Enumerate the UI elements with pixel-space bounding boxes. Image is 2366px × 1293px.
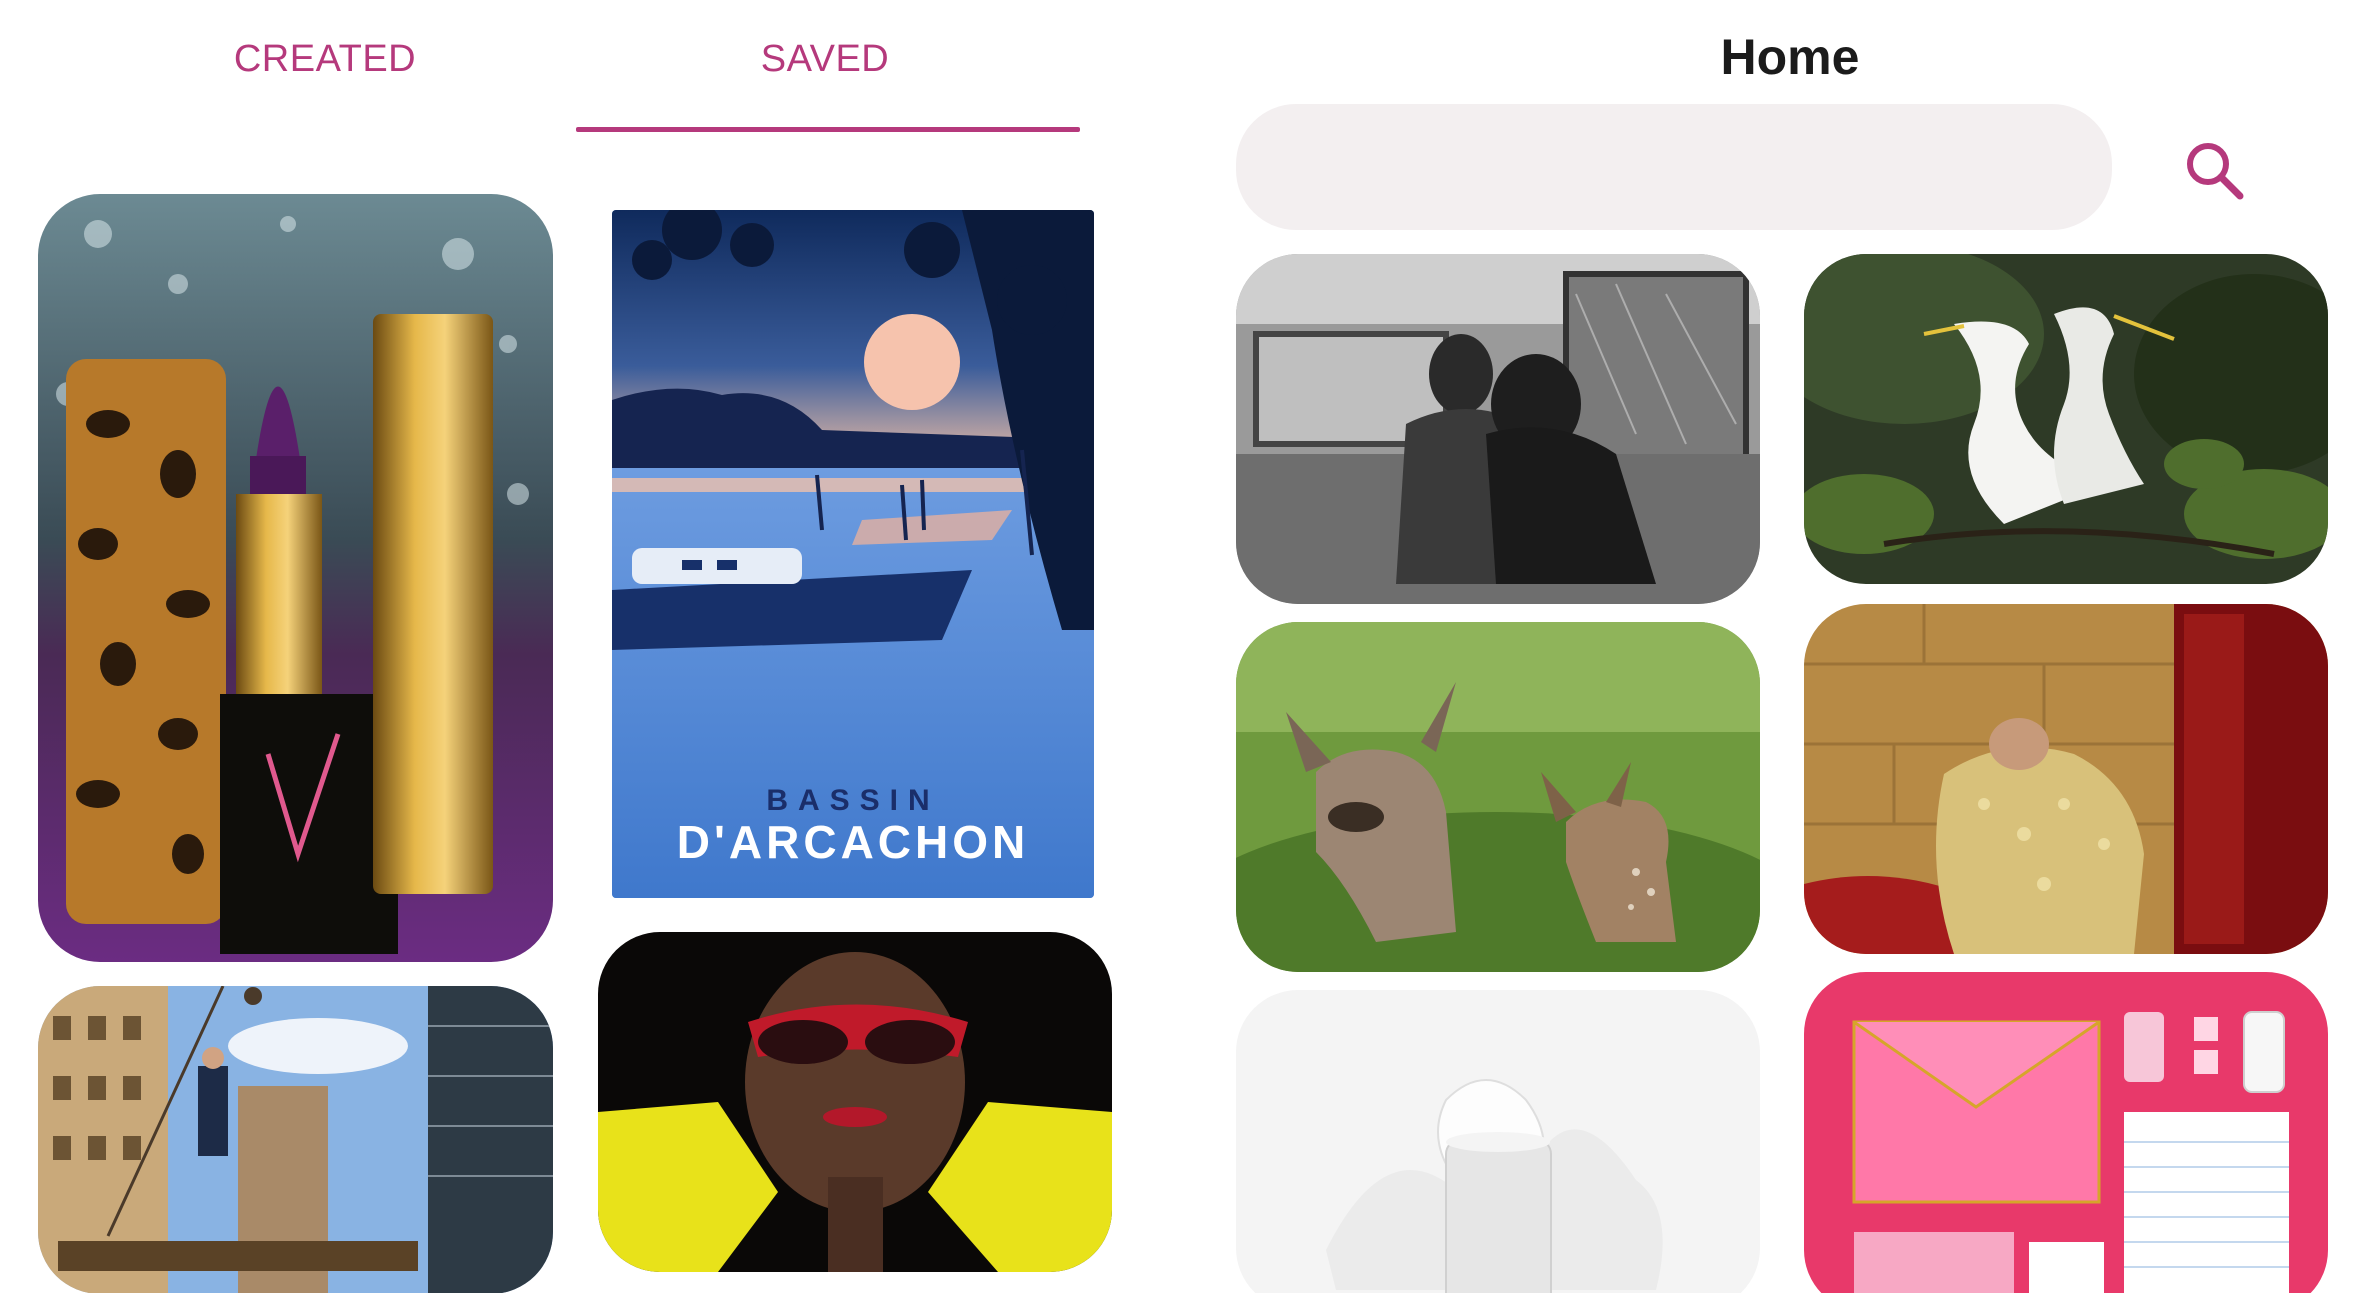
feed-pin-gorilla[interactable]	[1236, 254, 1760, 604]
saved-pin-portrait[interactable]	[598, 932, 1112, 1272]
feed-pin-deer[interactable]	[1236, 622, 1760, 972]
city-image	[38, 986, 553, 1293]
deer-image	[1236, 622, 1760, 972]
poster-line2: D'ARCACHON	[677, 816, 1029, 868]
feed-pin-desk[interactable]	[1804, 972, 2328, 1293]
saved-pin-lipstick[interactable]	[38, 194, 553, 962]
feed-pin-egrets[interactable]	[1804, 254, 2328, 584]
product-image	[1236, 990, 1760, 1293]
matador-image	[1804, 604, 2328, 954]
poster-line1: BASSIN	[766, 784, 939, 817]
desk-image	[1804, 972, 2328, 1293]
search-icon[interactable]	[2180, 136, 2250, 206]
gorilla-image	[1236, 254, 1760, 604]
active-tab-indicator	[576, 127, 1080, 132]
egrets-image	[1804, 254, 2328, 584]
portrait-image	[598, 932, 1112, 1272]
profile-tabs: CREATED SAVED	[0, 0, 1120, 140]
feed-pin-matador[interactable]	[1804, 604, 2328, 954]
lipstick-image	[38, 194, 553, 962]
poster-image: BASSIN D'ARCACHON	[612, 210, 1094, 898]
saved-pin-city[interactable]	[38, 986, 553, 1293]
saved-pin-poster[interactable]: BASSIN D'ARCACHON	[612, 210, 1094, 898]
feed-pin-product[interactable]	[1236, 990, 1760, 1293]
tab-saved[interactable]: SAVED	[680, 38, 970, 88]
tab-created[interactable]: CREATED	[180, 38, 470, 88]
app-screen: CREATED SAVED BASSIN D'ARCACHON Home	[0, 0, 2366, 1293]
search-input[interactable]	[1236, 104, 2112, 230]
page-title: Home	[1720, 29, 1860, 85]
